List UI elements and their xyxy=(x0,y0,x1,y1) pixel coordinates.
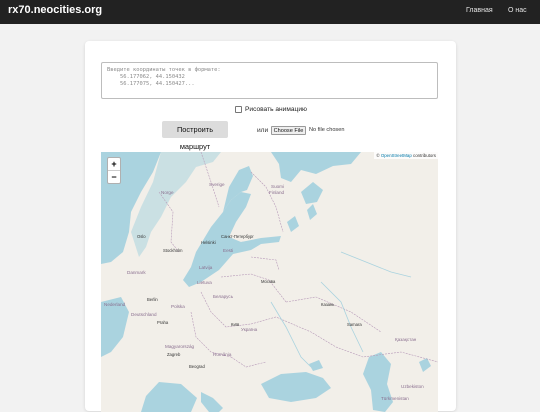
map-label: Helsinki xyxy=(201,240,216,245)
map-label: Suomi xyxy=(271,184,285,189)
map-label: Latvija xyxy=(199,265,213,270)
nav-link-about[interactable]: О нас xyxy=(508,7,527,14)
animate-checkbox[interactable] xyxy=(235,105,242,113)
map-label: Polska xyxy=(171,304,185,309)
coordinates-input[interactable] xyxy=(101,62,438,99)
zoom-out-button[interactable]: − xyxy=(108,171,120,183)
or-text: или xyxy=(257,127,269,134)
choose-file-button[interactable]: Choose File xyxy=(271,126,306,135)
map-label: Praha xyxy=(157,320,169,325)
map-label: Україна xyxy=(241,327,258,332)
map-label: Zagreb xyxy=(167,352,181,357)
map-label: Danmark xyxy=(127,270,146,275)
map-label: Беларусь xyxy=(213,294,234,299)
map-label: Berlin xyxy=(147,297,158,302)
map-label: Samara xyxy=(347,322,362,327)
map-label: Beograd xyxy=(189,364,205,369)
nav-link-home[interactable]: Главная xyxy=(466,7,493,14)
build-route-button[interactable]: Построить маршрут xyxy=(162,121,228,151)
zoom-in-button[interactable]: + xyxy=(108,158,120,171)
file-status-text: No file chosen xyxy=(309,127,345,133)
openstreetmap-link[interactable]: OpenStreetMap xyxy=(381,153,412,158)
map-label: Türkmenistan xyxy=(381,396,409,401)
map-label: Oslo xyxy=(137,234,146,239)
attribution-prefix: © xyxy=(376,153,380,158)
map-label: Москва xyxy=(261,279,276,284)
map-label: Uzbekiston xyxy=(401,384,424,389)
map-label: Stockholm xyxy=(163,248,183,253)
map-label: Казань xyxy=(321,302,335,307)
map-label: Finland xyxy=(269,190,285,195)
map-label: Norge xyxy=(161,190,174,195)
map-label: Lietuva xyxy=(197,280,212,285)
attribution-suffix: contributors xyxy=(413,153,436,158)
animate-option[interactable]: Рисовать анимацию xyxy=(235,104,307,114)
map-label: Deutschland xyxy=(131,312,157,317)
map-label: Санкт-Петербург xyxy=(221,234,254,239)
map-attribution: © OpenStreetMap contributors xyxy=(374,152,438,159)
map-view[interactable]: Norge Sverige Suomi Finland Oslo Stockho… xyxy=(101,152,438,412)
map-label: Київ xyxy=(231,322,240,327)
map-label: Sverige xyxy=(209,182,225,187)
map-label: Eesti xyxy=(223,248,234,253)
map-label: Magyarország xyxy=(165,344,195,349)
top-navbar: rx70.neocities.org Главная О нас xyxy=(0,0,540,24)
site-brand[interactable]: rx70.neocities.org xyxy=(8,4,102,16)
map-label: Nederland xyxy=(104,302,126,307)
map-label: Қазақстан xyxy=(395,337,417,342)
route-card: Рисовать анимацию Построить маршрут или … xyxy=(85,41,456,412)
zoom-control: + − xyxy=(107,157,121,184)
animate-label[interactable]: Рисовать анимацию xyxy=(245,106,307,113)
map-label: România xyxy=(213,352,232,357)
